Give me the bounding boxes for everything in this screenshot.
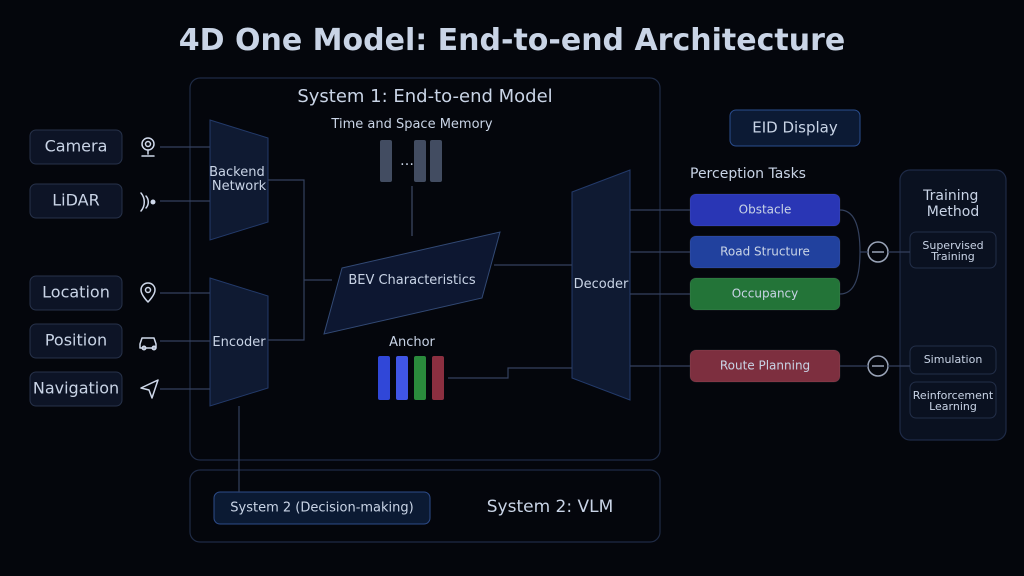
svg-text:Route Planning: Route Planning bbox=[720, 359, 810, 373]
page-title: 4D One Model: End-to-end Architecture bbox=[179, 23, 845, 58]
input-navigation: Navigation bbox=[30, 372, 158, 406]
svg-text:Time and Space Memory: Time and Space Memory bbox=[330, 117, 492, 132]
input-location: Location bbox=[30, 276, 155, 310]
svg-text:Location: Location bbox=[42, 283, 110, 302]
input-camera: Camera bbox=[30, 130, 154, 164]
task-occupancy: Occupancy bbox=[690, 278, 840, 310]
task-route-planning: Route Planning bbox=[690, 350, 840, 382]
svg-text:Obstacle: Obstacle bbox=[739, 203, 792, 217]
location-icon bbox=[141, 283, 155, 302]
memory-block: Time and Space Memory … bbox=[330, 117, 492, 182]
svg-text:Navigation: Navigation bbox=[33, 379, 119, 398]
svg-text:EID Display: EID Display bbox=[752, 119, 838, 137]
input-position: Position bbox=[30, 324, 156, 358]
svg-text:SupervisedTraining: SupervisedTraining bbox=[922, 239, 983, 263]
minus-icon-perception bbox=[868, 242, 888, 262]
backend-network-block: Backend Network bbox=[209, 120, 269, 240]
svg-text:LiDAR: LiDAR bbox=[52, 191, 99, 210]
task-road-structure: Road Structure bbox=[690, 236, 840, 268]
svg-text:Camera: Camera bbox=[45, 137, 108, 156]
inputs-column: Camera LiDAR Location bbox=[30, 130, 158, 406]
svg-text:BEV Characteristics: BEV Characteristics bbox=[348, 273, 476, 288]
system1-title: System 1: End-to-end Model bbox=[297, 86, 552, 107]
svg-text:Backend Network: Backend Network bbox=[209, 165, 269, 194]
svg-text:Simulation: Simulation bbox=[924, 353, 983, 366]
encoder-block: Encoder bbox=[210, 278, 268, 406]
car-icon bbox=[140, 338, 156, 350]
perception-tasks-title: Perception Tasks bbox=[690, 166, 806, 182]
svg-text:Decoder: Decoder bbox=[574, 277, 629, 292]
system2-box: System 2 (Decision-making) bbox=[214, 492, 430, 524]
decoder-block: Decoder bbox=[572, 170, 630, 400]
input-lidar: LiDAR bbox=[30, 184, 156, 218]
anchor-block: Anchor bbox=[378, 335, 444, 400]
minus-icon-route bbox=[868, 356, 888, 376]
bev-block: BEV Characteristics bbox=[324, 232, 500, 334]
svg-text:…: … bbox=[400, 153, 414, 169]
camera-icon bbox=[142, 138, 154, 156]
system2-title: System 2: VLM bbox=[487, 497, 614, 517]
svg-text:Anchor: Anchor bbox=[389, 335, 435, 350]
svg-text:Position: Position bbox=[45, 331, 107, 350]
svg-text:System 2 (Decision-making): System 2 (Decision-making) bbox=[230, 501, 413, 516]
task-obstacle: Obstacle bbox=[690, 194, 840, 226]
navigation-icon bbox=[141, 380, 158, 398]
svg-text:Road Structure: Road Structure bbox=[720, 245, 810, 259]
eid-display: EID Display bbox=[730, 110, 860, 146]
svg-text:Occupancy: Occupancy bbox=[732, 287, 799, 301]
lidar-icon bbox=[141, 193, 156, 211]
training-method-title: Training Method bbox=[922, 188, 983, 220]
svg-text:Encoder: Encoder bbox=[212, 335, 266, 350]
